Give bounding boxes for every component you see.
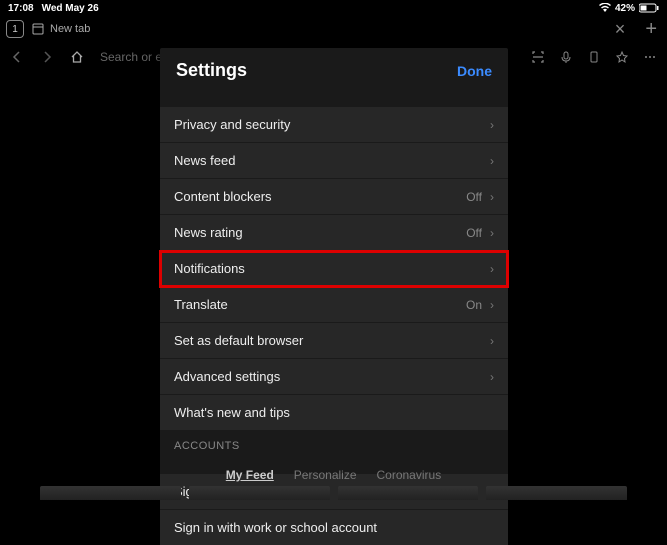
status-date: Wed May 26 [42,3,99,14]
tab-add-button[interactable]: + [641,18,661,41]
mic-icon[interactable] [559,50,573,64]
tab-count-value: 1 [12,24,18,35]
row-default-browser[interactable]: Set as default browser › [160,323,508,359]
row-value: On [466,298,482,312]
back-button[interactable] [10,50,24,64]
chevron-right-icon: › [490,226,494,240]
forward-button[interactable] [40,50,54,64]
chevron-right-icon: › [490,154,494,168]
row-privacy-security[interactable]: Privacy and security › [160,107,508,143]
row-value: Off [466,190,482,204]
feed-tab-myfeed[interactable]: My Feed [226,468,274,482]
feed-tab-personalize[interactable]: Personalize [294,468,357,482]
row-label: Translate [174,297,228,312]
thumbnail[interactable] [40,486,181,500]
row-whats-new[interactable]: What's new and tips [160,395,508,430]
row-news-rating[interactable]: News rating Off › [160,215,508,251]
chevron-right-icon: › [490,262,494,276]
feed-thumbnails [0,486,667,500]
tab-bar: 1 New tab × + [0,16,667,42]
row-value: Off [466,226,482,240]
wifi-icon [599,3,611,13]
status-bar: 17:08 Wed May 26 42% [0,0,667,16]
row-label: Privacy and security [174,117,290,132]
row-sign-in-work[interactable]: Sign in with work or school account [160,510,508,545]
row-label: Sign in with work or school account [174,520,377,535]
tab-page-icon [32,23,44,35]
row-advanced-settings[interactable]: Advanced settings › [160,359,508,395]
row-notifications[interactable]: Notifications › [160,251,508,287]
done-button[interactable]: Done [457,63,492,79]
thumbnail[interactable] [486,486,627,500]
chevron-right-icon: › [490,298,494,312]
chevron-right-icon: › [490,334,494,348]
row-label: Content blockers [174,189,272,204]
accounts-header: ACCOUNTS [160,430,508,458]
row-label: What's new and tips [174,405,290,420]
settings-section-accounts: Sign in Sign in with work or school acco… [160,474,508,545]
home-button[interactable] [70,50,84,64]
row-label: Notifications [174,261,245,276]
tab-close-button[interactable]: × [607,19,634,40]
scan-icon[interactable] [531,50,545,64]
tab-count-button[interactable]: 1 [6,20,24,38]
battery-icon [639,3,659,13]
chevron-right-icon: › [490,190,494,204]
settings-title: Settings [176,60,247,81]
device-icon[interactable] [587,50,601,64]
status-time: 17:08 [8,3,34,14]
row-label: News rating [174,225,243,240]
row-label: News feed [174,153,235,168]
thumbnail[interactable] [189,486,330,500]
feed-tabs: My Feed Personalize Coronavirus [0,468,667,482]
tab-current[interactable]: New tab [32,23,90,35]
row-translate[interactable]: Translate On › [160,287,508,323]
row-news-feed[interactable]: News feed › [160,143,508,179]
favorites-icon[interactable] [615,50,629,64]
row-content-blockers[interactable]: Content blockers Off › [160,179,508,215]
chevron-right-icon: › [490,370,494,384]
battery-percent: 42% [615,3,635,14]
row-label: Set as default browser [174,333,303,348]
more-icon[interactable] [643,50,657,64]
settings-section-general: Privacy and security › News feed › Conte… [160,107,508,430]
thumbnail[interactable] [338,486,479,500]
feed-tab-coronavirus[interactable]: Coronavirus [377,468,442,482]
chevron-right-icon: › [490,118,494,132]
row-label: Advanced settings [174,369,280,384]
tab-label: New tab [50,23,90,35]
